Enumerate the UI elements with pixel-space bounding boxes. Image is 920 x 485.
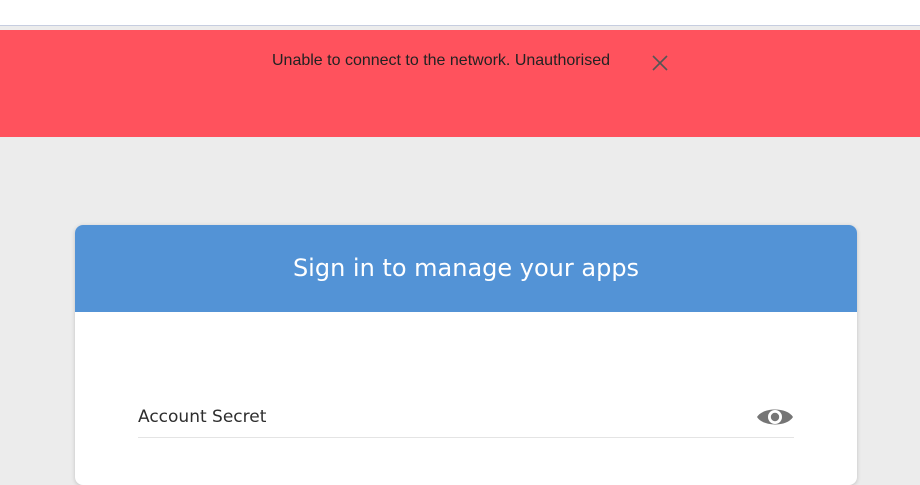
top-bar	[0, 0, 920, 26]
account-secret-field	[138, 399, 794, 438]
account-secret-input[interactable]	[138, 399, 738, 435]
sign-in-card: Sign in to manage your apps	[75, 225, 857, 485]
error-banner: Unable to connect to the network. Unauth…	[0, 30, 920, 137]
card-header: Sign in to manage your apps	[75, 225, 857, 312]
error-message: Unable to connect to the network. Unauth…	[272, 52, 610, 69]
close-icon[interactable]	[651, 54, 669, 72]
eye-icon[interactable]	[756, 404, 794, 430]
page-title: Sign in to manage your apps	[292, 253, 640, 282]
